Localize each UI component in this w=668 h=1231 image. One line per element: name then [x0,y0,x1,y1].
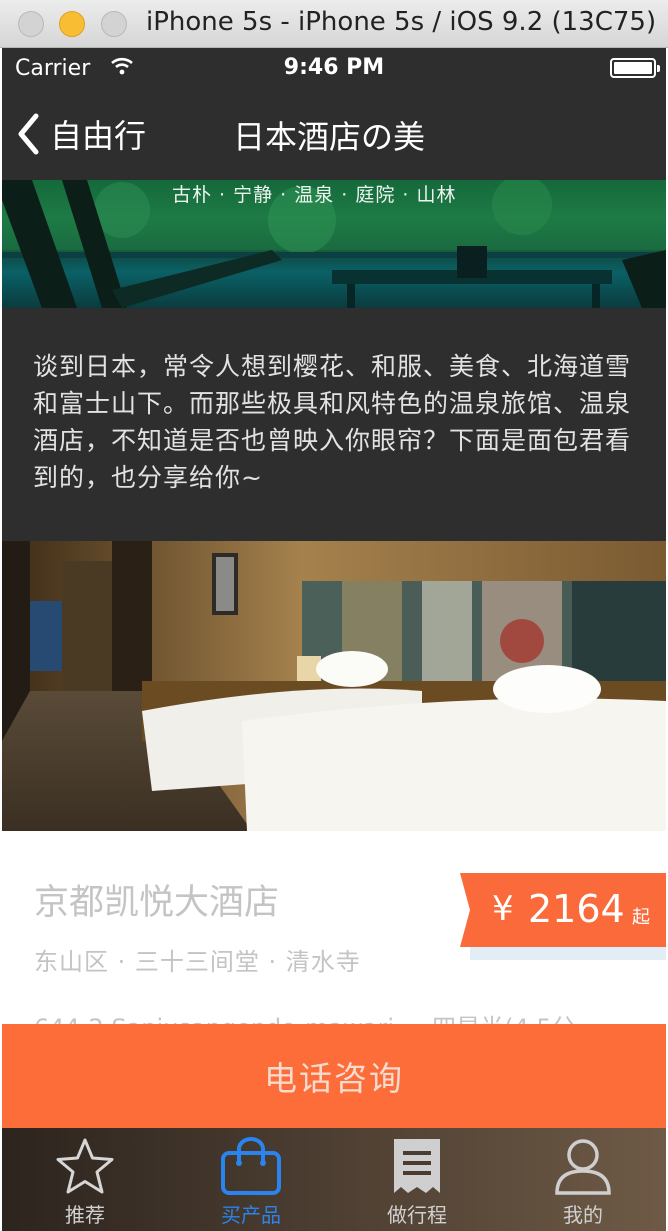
status-time: 9:46 PM [283,55,385,80]
star-icon [56,1138,114,1194]
price-tag: ¥ 2164 起 [460,873,666,947]
back-label: 自由行 [50,117,147,155]
tab-mine[interactable]: 我的 [500,1128,666,1231]
tab-plan-trip[interactable]: 做行程 [334,1128,500,1231]
hotel-room-scene [2,541,666,831]
page-title: 日本酒店の美 [233,118,426,156]
status-bar: Carrier 9:46 PM [2,48,666,90]
simulator-title-bar: iPhone 5s - iPhone 5s / iOS 9.2 (13C75) [0,0,668,48]
tab-label: 推荐 [65,1203,105,1227]
intro-section: 谈到日本，常令人想到樱花、和服、美食、北海道雪和富士山下。而那些极具和风特色的温… [2,308,666,541]
currency-symbol: ¥ [492,889,514,929]
simulator-title: iPhone 5s - iPhone 5s / iOS 9.2 (13C75) [146,7,657,37]
tab-recommend[interactable]: 推荐 [2,1128,168,1231]
shopping-bag-icon [221,1137,281,1195]
intro-text: 谈到日本，常令人想到樱花、和服、美食、北海道雪和富士山下。而那些极具和风特色的温… [33,352,632,492]
tab-bar: 推荐 买产品 做行程 我的 [2,1128,666,1231]
hotel-name: 京都凯悦大酒店 [34,883,280,923]
tab-buy-products[interactable]: 买产品 [168,1128,334,1231]
tab-label: 做行程 [387,1203,447,1227]
receipt-icon [394,1139,440,1193]
hotel-photo[interactable] [2,541,666,831]
zoom-window-button[interactable] [101,11,127,37]
close-window-button[interactable] [18,11,44,37]
hotel-area: 东山区 · 三十三间堂 · 清水寺 [34,948,361,976]
price-suffix: 起 [632,907,650,928]
chevron-left-icon [18,113,39,155]
user-icon [555,1139,611,1195]
phone-consult-button[interactable]: 电话咨询 [2,1024,666,1128]
minimize-window-button[interactable] [59,11,85,37]
battery-icon [610,58,660,78]
tab-label: 买产品 [221,1203,281,1227]
tab-label: 我的 [563,1203,603,1227]
navigation-bar: 自由行 日本酒店の美 [2,90,666,180]
hero-tags: 古朴 · 宁静 · 温泉 · 庭院 · 山林 [172,184,457,206]
back-button[interactable]: 自由行 [16,108,146,160]
hero-image: 古朴 · 宁静 · 温泉 · 庭院 · 山林 [2,180,666,308]
price-value: 2164 [528,887,625,931]
